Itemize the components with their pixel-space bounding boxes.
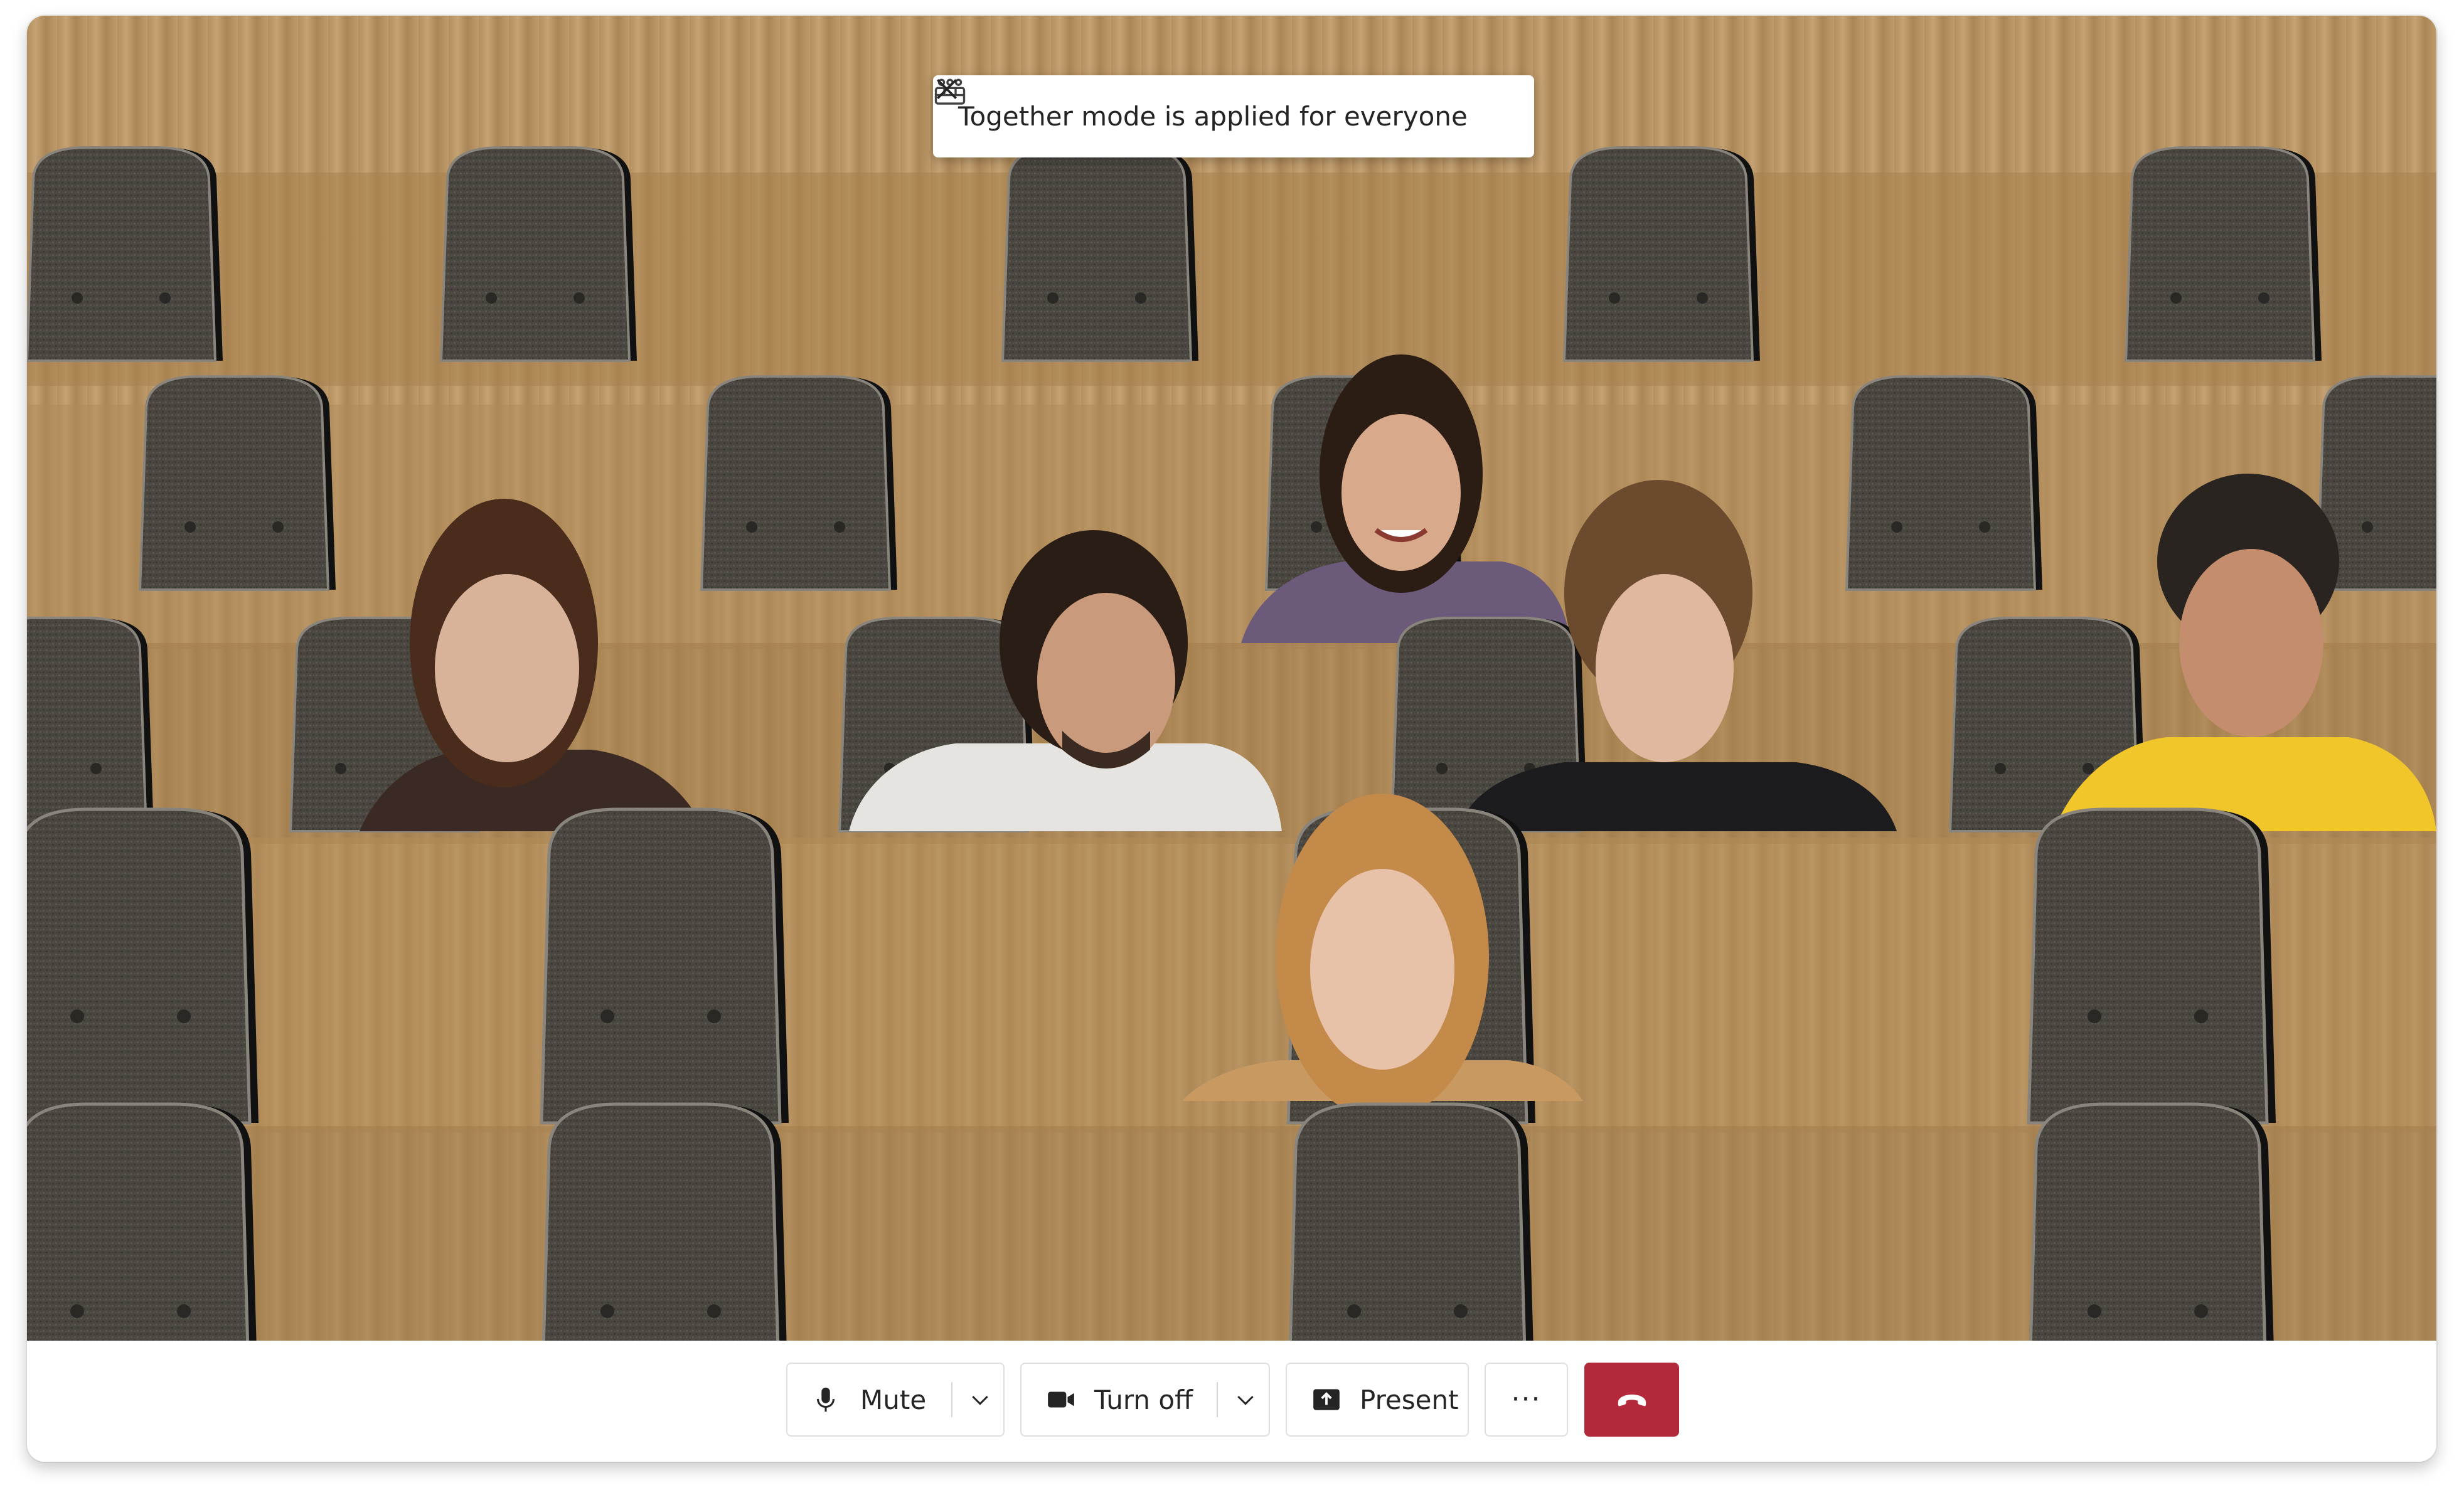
hang-up-button[interactable] [1584,1363,1679,1437]
button-divider [1217,1382,1219,1417]
hang-up-icon [1618,1394,1646,1407]
button-divider [951,1382,953,1417]
more-options-button[interactable]: ··· [1485,1363,1568,1437]
chevron-down-icon[interactable] [968,1387,993,1412]
camera-toggle-button[interactable]: Turn off [1020,1363,1270,1437]
call-controls-bar: Mute Turn off Present ··· [27,1341,2436,1462]
mute-button[interactable]: Mute [786,1363,1005,1437]
present-button[interactable]: Present [1286,1363,1469,1437]
share-screen-icon [1313,1389,1340,1410]
microphone-icon [817,1387,835,1412]
video-camera-icon [1048,1391,1074,1408]
together-mode-notification: Together mode is applied for everyone [933,75,1534,157]
mute-label: Mute [860,1384,927,1415]
present-label: Present [1360,1384,1459,1415]
camera-label: Turn off [1094,1384,1193,1415]
meeting-window: Together mode is applied for everyone Mu… [27,16,2436,1462]
close-icon[interactable] [933,75,961,103]
together-mode-stage: Together mode is applied for everyone [27,16,2436,1341]
chevron-down-icon[interactable] [1233,1387,1258,1412]
auditorium-scene [27,146,2436,1341]
notification-message: Together mode is applied for everyone [958,101,1468,132]
more-options-icon: ··· [1511,1383,1542,1415]
